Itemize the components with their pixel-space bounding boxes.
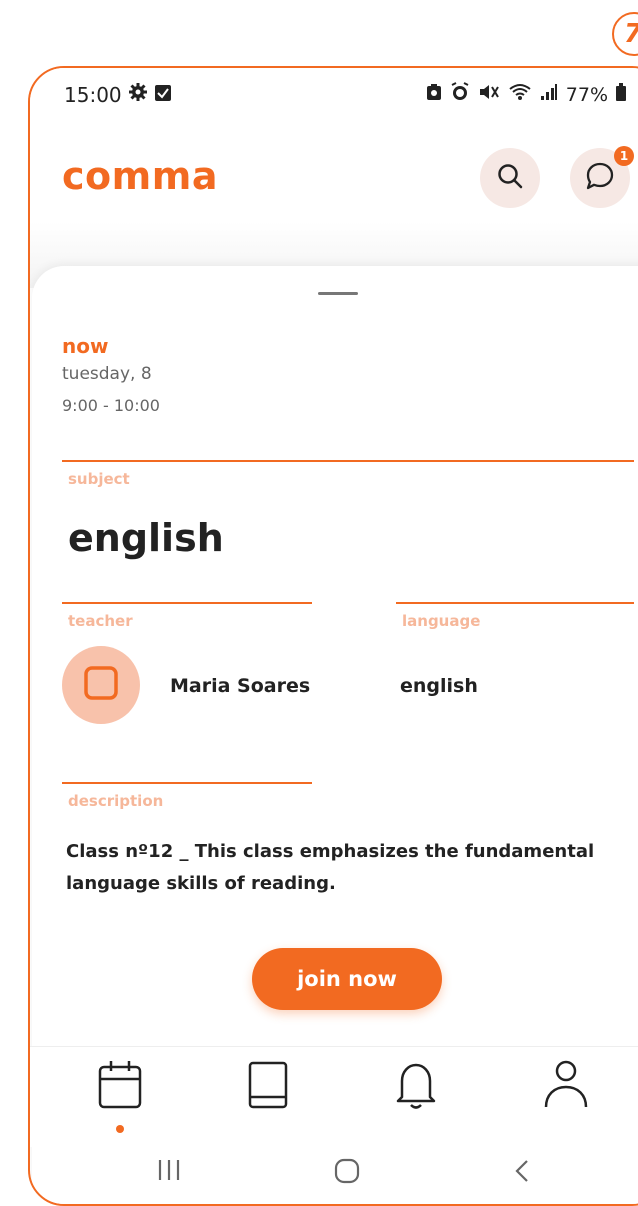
home-button[interactable] bbox=[334, 1158, 360, 1191]
nav-notifications[interactable] bbox=[386, 1057, 446, 1127]
search-button[interactable] bbox=[480, 148, 540, 208]
status-time: 15:00 bbox=[64, 82, 122, 107]
class-time: 9:00 - 10:00 bbox=[62, 396, 160, 415]
alarm-status-icon bbox=[450, 82, 470, 107]
language-label: language bbox=[402, 612, 481, 630]
class-date: tuesday, 8 bbox=[62, 364, 152, 384]
teacher-label: teacher bbox=[68, 612, 133, 630]
calendar-icon bbox=[96, 1057, 144, 1127]
status-bar-left: 15:00 bbox=[64, 82, 172, 107]
system-navigation-bar bbox=[30, 1148, 638, 1204]
app-logo: comma bbox=[62, 154, 218, 198]
teacher-name: Maria Soares bbox=[170, 675, 311, 697]
subject-value: english bbox=[68, 516, 224, 560]
settings-status-icon bbox=[128, 82, 148, 107]
mute-status-icon bbox=[478, 83, 500, 106]
subject-divider bbox=[62, 460, 634, 462]
teacher-divider bbox=[62, 602, 312, 604]
wifi-status-icon bbox=[508, 83, 532, 106]
checkbox-status-icon bbox=[154, 83, 172, 107]
home-icon bbox=[334, 1158, 360, 1191]
phone-screen: 15:00 77% comma 1 now tuesday, 8 9:00 - … bbox=[28, 66, 638, 1206]
book-icon bbox=[246, 1057, 290, 1127]
class-description: Class nº12 _ This class emphasizes the f… bbox=[66, 841, 595, 894]
back-chevron-icon bbox=[512, 1160, 532, 1191]
battery-icon bbox=[616, 83, 626, 106]
join-now-button[interactable]: join now bbox=[252, 948, 442, 1010]
step-number-badge: 7 bbox=[612, 12, 638, 56]
search-icon bbox=[496, 162, 524, 194]
bell-icon bbox=[394, 1057, 438, 1127]
bottom-navigation bbox=[30, 1046, 638, 1147]
nav-calendar[interactable] bbox=[90, 1057, 150, 1127]
messages-button[interactable]: 1 bbox=[570, 146, 634, 208]
notification-badge: 1 bbox=[614, 146, 634, 166]
avatar-placeholder-icon bbox=[83, 665, 119, 705]
recent-apps-icon bbox=[156, 1159, 182, 1189]
description-label: description bbox=[68, 792, 164, 810]
status-bar-right: 77% bbox=[426, 82, 626, 107]
description-divider bbox=[62, 782, 312, 784]
nav-book[interactable] bbox=[238, 1057, 298, 1127]
battery-percentage: 77% bbox=[565, 83, 608, 106]
language-value: english bbox=[400, 675, 478, 697]
nav-profile[interactable] bbox=[536, 1057, 596, 1127]
language-divider bbox=[396, 602, 634, 604]
active-tab-indicator bbox=[116, 1125, 124, 1133]
drag-handle[interactable] bbox=[318, 292, 358, 295]
signal-status-icon bbox=[540, 83, 558, 106]
back-button[interactable] bbox=[512, 1158, 532, 1191]
recent-apps-button[interactable] bbox=[156, 1158, 182, 1189]
teacher-avatar[interactable] bbox=[62, 646, 140, 724]
profile-icon bbox=[542, 1057, 590, 1127]
nfc-status-icon bbox=[426, 83, 442, 106]
class-status: now bbox=[62, 334, 109, 358]
chat-bubble-icon bbox=[585, 161, 615, 195]
subject-label: subject bbox=[68, 470, 130, 488]
